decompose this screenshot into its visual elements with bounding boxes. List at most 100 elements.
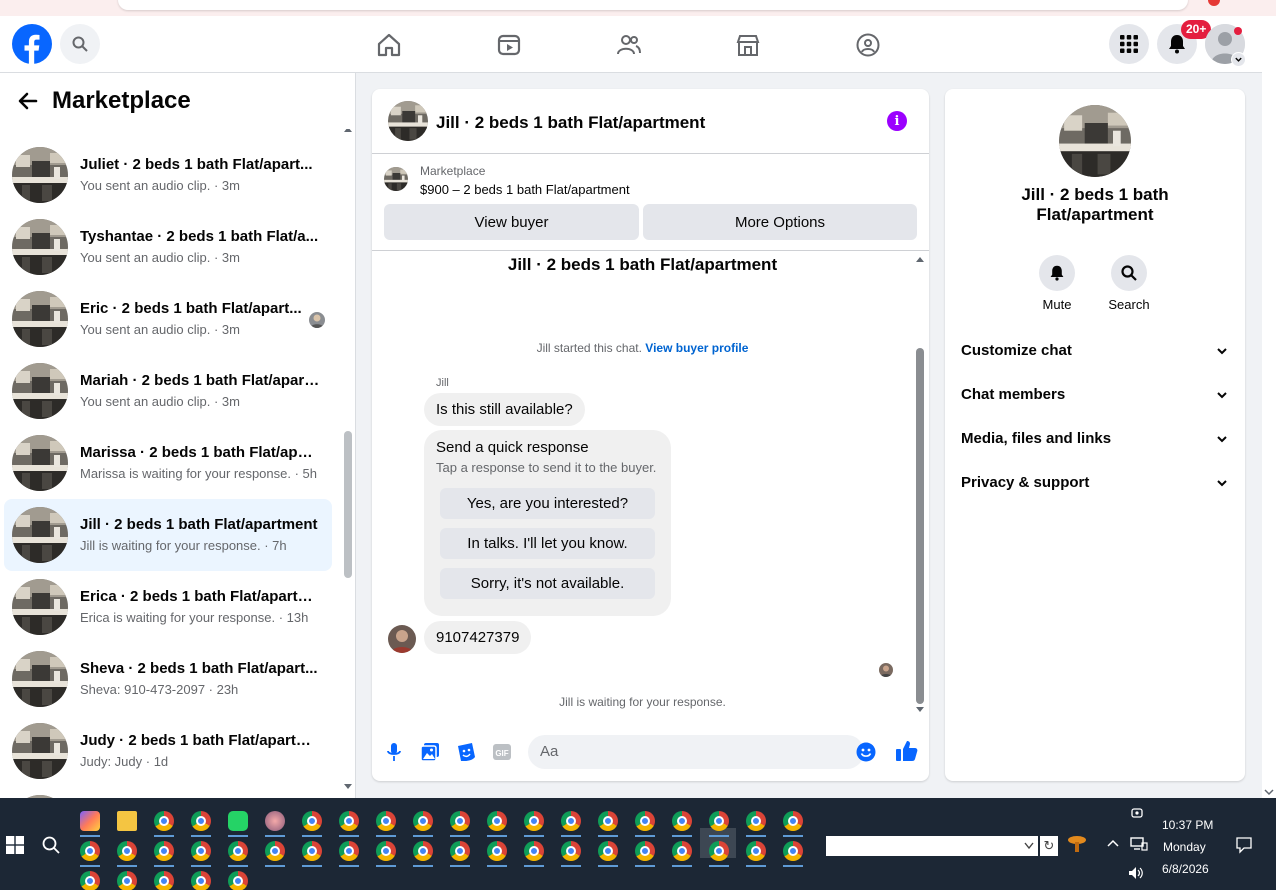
chrome-taskbar-icon[interactable] — [672, 841, 692, 861]
chrome-taskbar-icon[interactable] — [709, 841, 729, 861]
marketplace-icon[interactable] — [733, 30, 763, 60]
chrome-taskbar-icon[interactable] — [302, 811, 322, 831]
chrome-taskbar-icon[interactable] — [598, 811, 618, 831]
window-scrollbar[interactable] — [1262, 16, 1276, 798]
refresh-icon[interactable]: ↻ — [1040, 836, 1058, 856]
buyer-avatar[interactable] — [388, 625, 416, 653]
video-icon[interactable] — [494, 30, 524, 60]
conversation-item[interactable]: Marissa · 2 beds 1 bath Flat/apar... Mari… — [4, 427, 332, 499]
file-explorer-icon[interactable] — [117, 811, 137, 831]
chrome-taskbar-icon[interactable] — [709, 811, 729, 831]
customize-chat-row[interactable]: Customize chat — [961, 335, 1229, 367]
chrome-taskbar-icon[interactable] — [783, 811, 803, 831]
chrome-taskbar-icon[interactable] — [413, 841, 433, 861]
chrome-taskbar-icon[interactable] — [783, 841, 803, 861]
sidebar-scrollbar[interactable] — [344, 431, 352, 578]
chrome-taskbar-icon[interactable] — [228, 871, 248, 890]
meet-now-icon[interactable] — [1130, 806, 1144, 820]
listing-price[interactable]: $900 – 2 beds 1 bath Flat/apartment — [420, 182, 630, 197]
view-buyer-button[interactable]: View buyer — [384, 204, 639, 240]
chrome-taskbar-icon[interactable] — [561, 841, 581, 861]
home-icon[interactable] — [374, 30, 404, 60]
chrome-taskbar-icon[interactable] — [413, 811, 433, 831]
conversation-item[interactable]: Mariah · 2 beds 1 bath Flat/apart... You … — [4, 355, 332, 427]
message-input[interactable]: Aa — [528, 735, 864, 769]
details-avatar[interactable] — [1059, 105, 1131, 177]
windows-start-icon[interactable] — [6, 836, 24, 854]
conversation-item[interactable]: Jill · 2 beds 1 bath Flat/apartment Jill … — [4, 499, 332, 571]
chrome-taskbar-icon[interactable] — [450, 841, 470, 861]
taskbar-search-icon[interactable] — [42, 836, 60, 854]
chrome-taskbar-icon[interactable] — [524, 811, 544, 831]
chat-members-row[interactable]: Chat members — [961, 379, 1229, 411]
quick-response-talks-button[interactable]: In talks. I'll let you know. — [440, 528, 655, 559]
chrome-taskbar-icon[interactable] — [339, 841, 359, 861]
mute-action[interactable]: Mute — [1027, 255, 1087, 312]
chrome-taskbar-icon[interactable] — [80, 871, 100, 890]
chrome-taskbar-icon[interactable] — [154, 841, 174, 861]
chrome-taskbar-icon[interactable] — [635, 811, 655, 831]
chrome-taskbar-icon[interactable] — [228, 841, 248, 861]
chrome-taskbar-icon[interactable] — [191, 871, 211, 890]
chrome-taskbar-icon[interactable] — [154, 811, 174, 831]
weather-tray-icon[interactable] — [1066, 832, 1088, 854]
chrome-taskbar-icon[interactable] — [598, 841, 618, 861]
chrome-taskbar-icon[interactable] — [561, 811, 581, 831]
chrome-taskbar-icon[interactable] — [487, 811, 507, 831]
privacy-support-row[interactable]: Privacy & support — [961, 467, 1229, 499]
gif-icon[interactable]: GIF — [490, 740, 514, 764]
chrome-taskbar-icon[interactable] — [117, 871, 137, 890]
quick-response-sorry-button[interactable]: Sorry, it's not available. — [440, 568, 655, 599]
system-clock[interactable]: 10:37 PM Monday 6/8/2026 — [1162, 814, 1213, 880]
info-icon[interactable]: i — [887, 111, 907, 131]
chrome-taskbar-icon[interactable] — [376, 811, 396, 831]
listing-avatar[interactable] — [388, 101, 428, 141]
copilot-taskbar-icon[interactable] — [80, 811, 100, 831]
quick-response-yes-button[interactable]: Yes, are you interested? — [440, 488, 655, 519]
scroll-down-arrow-icon[interactable] — [343, 783, 353, 791]
chrome-taskbar-icon[interactable] — [154, 871, 174, 890]
photo-attach-icon[interactable] — [418, 740, 442, 764]
chrome-taskbar-icon[interactable] — [635, 841, 655, 861]
tray-chevron-up-icon[interactable] — [1106, 838, 1120, 848]
chevron-down-icon[interactable] — [1231, 52, 1246, 67]
conversation-item[interactable]: Sheva · 2 beds 1 bath Flat/apart... Sheva… — [4, 643, 332, 715]
search-action[interactable]: Search — [1099, 255, 1159, 312]
action-center-icon[interactable] — [1235, 836, 1253, 854]
chrome-taskbar-icon[interactable] — [376, 841, 396, 861]
conversation-item[interactable]: Judy · 2 beds 1 bath Flat/apartm... Judy:… — [4, 715, 332, 787]
chrome-taskbar-icon[interactable] — [117, 841, 137, 861]
chrome-taskbar-icon[interactable] — [672, 811, 692, 831]
browser-address-bar[interactable] — [118, 0, 1188, 10]
search-magnifier-icon[interactable] — [1111, 255, 1147, 291]
conversation-item[interactable]: Erica · 2 beds 1 bath Flat/apartm... Eric… — [4, 571, 332, 643]
chrome-taskbar-icon[interactable] — [302, 841, 322, 861]
chrome-taskbar-icon[interactable] — [191, 811, 211, 831]
facebook-logo-icon[interactable] — [12, 24, 52, 64]
groups-icon[interactable] — [853, 30, 883, 60]
media-files-links-row[interactable]: Media, files and links — [961, 423, 1229, 455]
conversation-item[interactable]: Tyshantae · 2 beds 1 bath Flat/a... You s… — [4, 211, 332, 283]
paint-app-icon[interactable] — [265, 811, 285, 831]
chrome-taskbar-icon[interactable] — [746, 811, 766, 831]
menu-grid-icon[interactable] — [1109, 24, 1149, 64]
taskbar-address-box[interactable] — [826, 836, 1038, 856]
view-buyer-profile-link[interactable]: View buyer profile — [645, 341, 748, 355]
chrome-taskbar-icon[interactable] — [265, 841, 285, 861]
volume-icon[interactable] — [1128, 866, 1144, 880]
listing-thumbnail[interactable] — [384, 167, 408, 191]
conversation-item[interactable]: Juliet · 2 beds 1 bath Flat/apart... You … — [4, 139, 332, 211]
chrome-taskbar-icon[interactable] — [191, 841, 211, 861]
friends-icon[interactable] — [614, 30, 644, 60]
sticker-icon[interactable] — [454, 740, 478, 764]
more-options-button[interactable]: More Options — [643, 204, 917, 240]
thumbs-up-icon[interactable] — [895, 739, 919, 763]
emoji-icon[interactable] — [856, 742, 876, 762]
network-icon[interactable] — [1130, 836, 1148, 852]
chrome-taskbar-icon[interactable] — [80, 841, 100, 861]
chrome-taskbar-icon[interactable] — [746, 841, 766, 861]
chrome-taskbar-icon[interactable] — [487, 841, 507, 861]
whatsapp-icon[interactable] — [228, 811, 248, 831]
back-arrow-icon[interactable] — [16, 89, 40, 113]
chat-scroll-down-icon[interactable] — [915, 706, 925, 714]
